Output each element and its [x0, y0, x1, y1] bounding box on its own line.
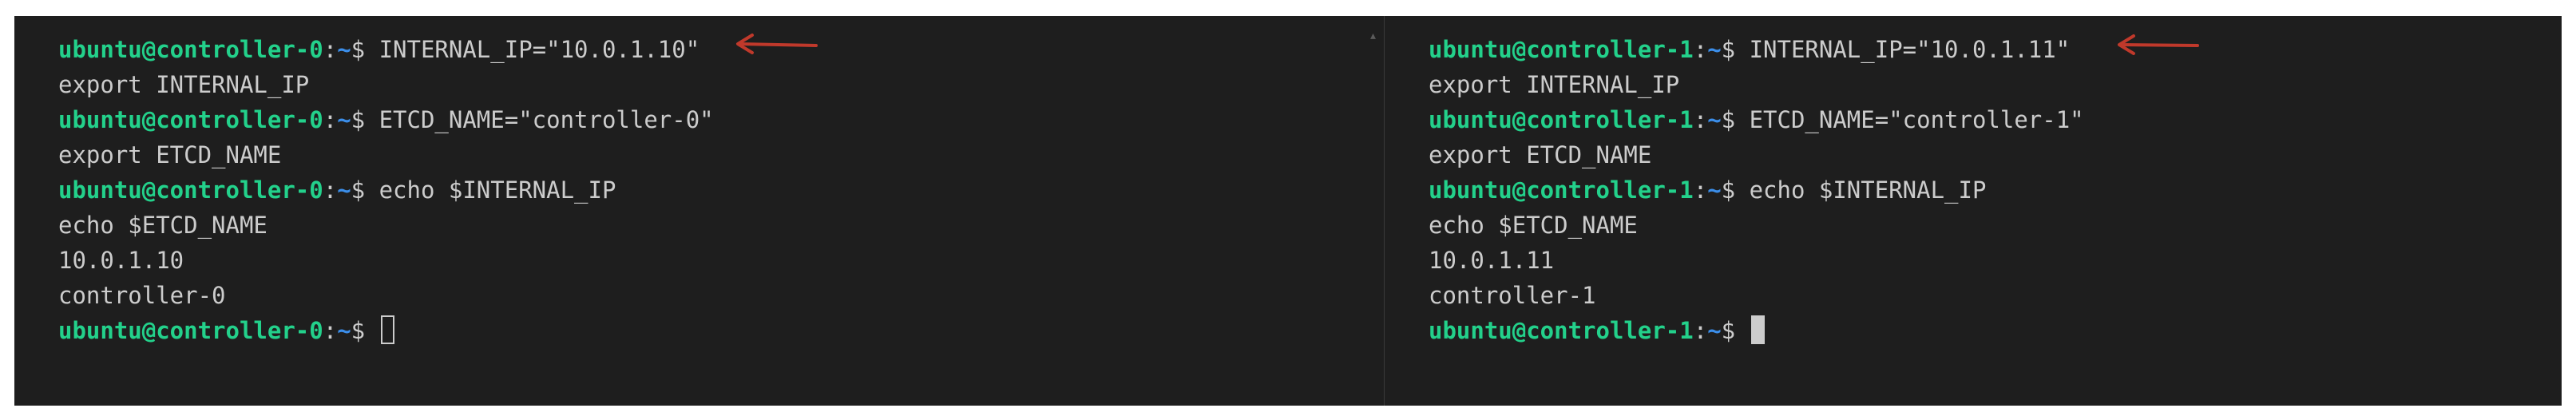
scroll-up-caret-icon[interactable]: ▴ [1370, 30, 1376, 42]
terminal-line: echo $ETCD_NAME [58, 208, 714, 243]
prompt-user-host: ubuntu@controller-1 [1429, 176, 1694, 204]
prompt-colon: : [1693, 317, 1708, 344]
prompt-colon: : [323, 317, 338, 344]
prompt-path: ~ [337, 176, 351, 204]
prompt-path: ~ [337, 36, 351, 63]
prompt-user-host: ubuntu@controller-0 [58, 106, 323, 133]
prompt-dollar: $ [1721, 106, 1750, 133]
command-text: echo $INTERNAL_IP [1749, 176, 1987, 204]
terminal-line: ubuntu@controller-1:~$ echo $INTERNAL_IP [1429, 172, 2084, 208]
terminal-line: controller-1 [1429, 278, 2084, 313]
command-text: ETCD_NAME="controller-0" [378, 106, 714, 133]
prompt-colon: : [1693, 106, 1708, 133]
terminal-input-line[interactable]: ubuntu@controller-1:~$ [1429, 313, 2084, 348]
terminal-line: ubuntu@controller-0:~$ echo $INTERNAL_IP [58, 172, 714, 208]
terminal-line: export ETCD_NAME [58, 137, 714, 172]
terminal-line: ubuntu@controller-0:~$ ETCD_NAME="contro… [58, 102, 714, 137]
prompt-dollar: $ [1721, 317, 1750, 344]
output-text: export INTERNAL_IP [58, 71, 310, 98]
prompt-user-host: ubuntu@controller-1 [1429, 106, 1694, 133]
prompt-colon: : [1693, 176, 1708, 204]
prompt-dollar: $ [351, 317, 379, 344]
output-text: controller-0 [58, 282, 226, 309]
terminal-output: ubuntu@controller-0:~$ INTERNAL_IP="10.0… [58, 32, 714, 348]
terminal-output: ubuntu@controller-1:~$ INTERNAL_IP="10.0… [1429, 32, 2084, 348]
terminal-window[interactable]: ubuntu@controller-0:~$ INTERNAL_IP="10.0… [14, 16, 2562, 406]
prompt-path: ~ [337, 106, 351, 133]
output-text: echo $ETCD_NAME [58, 212, 268, 239]
prompt-path: ~ [1707, 106, 1722, 133]
output-text: 10.0.1.11 [1429, 247, 1555, 274]
terminal-line: 10.0.1.11 [1429, 243, 2084, 278]
terminal-pane-controller-0[interactable]: ubuntu@controller-0:~$ INTERNAL_IP="10.0… [14, 16, 1384, 406]
prompt-dollar: $ [1721, 36, 1750, 63]
prompt-path: ~ [1707, 36, 1722, 63]
terminal-line: controller-0 [58, 278, 714, 313]
terminal-line: ubuntu@controller-1:~$ ETCD_NAME="contro… [1429, 102, 2084, 137]
prompt-path: ~ [1707, 317, 1722, 344]
command-text: INTERNAL_IP="10.0.1.10" [378, 36, 700, 63]
command-text: ETCD_NAME="controller-1" [1749, 106, 2084, 133]
prompt-dollar: $ [351, 176, 379, 204]
output-text: export INTERNAL_IP [1429, 71, 1680, 98]
prompt-user-host: ubuntu@controller-1 [1429, 317, 1694, 344]
prompt-user-host: ubuntu@controller-0 [58, 36, 323, 63]
terminal-line: echo $ETCD_NAME [1429, 208, 2084, 243]
prompt-path: ~ [337, 317, 351, 344]
text-cursor[interactable] [380, 315, 394, 344]
output-text: controller-1 [1429, 282, 1596, 309]
prompt-colon: : [323, 106, 338, 133]
prompt-user-host: ubuntu@controller-0 [58, 317, 323, 344]
terminal-pane-controller-1[interactable]: ubuntu@controller-1:~$ INTERNAL_IP="10.0… [1385, 16, 2562, 406]
command-text: echo $INTERNAL_IP [378, 176, 616, 204]
terminal-line: 10.0.1.10 [58, 243, 714, 278]
prompt-dollar: $ [351, 36, 379, 63]
prompt-user-host: ubuntu@controller-1 [1429, 36, 1694, 63]
prompt-path: ~ [1707, 176, 1722, 204]
prompt-colon: : [1693, 36, 1708, 63]
output-text: echo $ETCD_NAME [1429, 212, 1638, 239]
terminal-line: export INTERNAL_IP [58, 67, 714, 102]
terminal-line: export ETCD_NAME [1429, 137, 2084, 172]
command-text: INTERNAL_IP="10.0.1.11" [1749, 36, 2071, 63]
prompt-colon: : [323, 36, 338, 63]
terminal-line: ubuntu@controller-0:~$ INTERNAL_IP="10.0… [58, 32, 714, 67]
text-cursor[interactable] [1750, 315, 1765, 344]
terminal-line: ubuntu@controller-1:~$ INTERNAL_IP="10.0… [1429, 32, 2084, 67]
red-arrow-icon [736, 34, 818, 54]
output-text: export ETCD_NAME [58, 141, 282, 168]
prompt-dollar: $ [351, 106, 379, 133]
prompt-colon: : [323, 176, 338, 204]
output-text: 10.0.1.10 [58, 247, 184, 274]
prompt-dollar: $ [1721, 176, 1750, 204]
output-text: export ETCD_NAME [1429, 141, 1652, 168]
terminal-input-line[interactable]: ubuntu@controller-0:~$ [58, 313, 714, 348]
terminal-line: export INTERNAL_IP [1429, 67, 2084, 102]
red-arrow-icon [2118, 34, 2199, 55]
prompt-user-host: ubuntu@controller-0 [58, 176, 323, 204]
